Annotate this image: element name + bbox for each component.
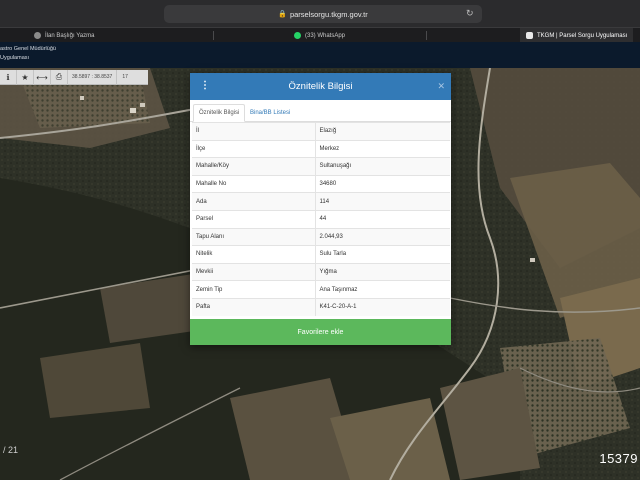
reload-icon[interactable]: ↻: [466, 8, 474, 18]
lock-icon: 🔒: [278, 11, 287, 18]
attribute-key: Mevkii: [192, 262, 316, 281]
modal-title: Öznitelik Bilgisi: [288, 81, 353, 92]
tkgm-favicon-icon: [526, 32, 533, 39]
print-icon[interactable]: ⎙: [51, 69, 68, 85]
attribute-value: 2.044,93: [315, 227, 450, 246]
address-bar[interactable]: 🔒 parselsorgu.tkgm.gov.tr: [164, 5, 482, 23]
attribute-value: Sultanuşağı: [315, 157, 450, 176]
tab-label: TKGM | Parsel Sorgu Uygulaması: [537, 32, 628, 39]
table-row: Mevkii Yığma: [192, 262, 450, 281]
attribute-table: İl Elazığ İlçe Merkez Mahalle/Köy Sultanuşağı…: [192, 122, 450, 317]
close-icon[interactable]: ✕: [437, 80, 445, 92]
attribute-value: 114: [315, 192, 450, 211]
attribute-value: Yığma: [315, 262, 450, 281]
map-scale-readout: 15379: [599, 451, 638, 466]
attribute-key: İlçe: [192, 139, 316, 158]
star-icon[interactable]: ★: [17, 69, 34, 85]
table-row: Nitelik Sulu Tarla: [192, 245, 450, 264]
whatsapp-icon: [294, 32, 301, 39]
tab-divider: [426, 31, 427, 40]
table-row: Zemin Tip Ana Taşınmaz: [192, 280, 450, 299]
attribute-value: Elazığ: [315, 122, 450, 141]
tab-building-list[interactable]: Bina/BB Listesi: [245, 104, 295, 122]
tab-attribute-info[interactable]: Öznitelik Bilgisi: [193, 104, 246, 122]
kebab-menu-icon[interactable]: ⋮: [200, 80, 210, 92]
table-row: İlçe Merkez: [192, 139, 450, 158]
table-row: Ada 114: [192, 192, 450, 211]
tab-whatsapp[interactable]: (33) WhatsApp: [288, 28, 351, 43]
tab-divider: [213, 31, 214, 40]
attribute-key: Mahalle No: [192, 174, 316, 193]
attribute-value: Merkez: [315, 139, 450, 158]
tab-ilan[interactable]: İlan Başlığı Yazma: [28, 28, 100, 43]
attribute-value: 44: [315, 209, 450, 229]
attribute-key: İl: [192, 122, 316, 141]
table-row: Tapu Alanı 2.044,93: [192, 227, 450, 246]
zoom-level: 17: [122, 74, 128, 80]
browser-toolbar: ▤ 🔒 parselsorgu.tkgm.gov.tr ↻: [0, 0, 640, 27]
attribute-key: Ada: [192, 192, 316, 211]
tab-label: (33) WhatsApp: [305, 32, 346, 39]
table-row: Parsel 44: [192, 209, 450, 229]
attribute-key: Zemin Tip: [192, 280, 316, 299]
measure-icon[interactable]: ⟷: [34, 69, 51, 85]
coordinate-readout: 38.5897 : 38.8537: [68, 69, 118, 85]
attribute-key: Pafta: [192, 297, 316, 317]
table-row: Mahalle/Köy Sultanuşağı: [192, 157, 450, 176]
table-row: Pafta K41-C-20-A-1: [192, 297, 450, 317]
attribute-key: Mahalle/Köy: [192, 157, 316, 176]
modal-header: ⋮ Öznitelik Bilgisi ✕: [190, 73, 451, 100]
table-row: İl Elazığ: [192, 122, 450, 141]
modal-tab-bar: Öznitelik Bilgisi Bina/BB Listesi: [190, 100, 451, 122]
attribute-value: K41-C-20-A-1: [315, 297, 450, 317]
tab-favicon-icon: [34, 32, 41, 39]
address-text: parselsorgu.tkgm.gov.tr: [289, 9, 368, 19]
tab-tkgm[interactable]: TKGM | Parsel Sorgu Uygulaması: [520, 28, 634, 43]
attribute-key: Tapu Alanı: [192, 227, 316, 246]
app-header: astro Genel Müdürlüğü Uygulaması: [0, 42, 640, 68]
attribute-key: Parsel: [192, 209, 316, 229]
tab-bar: İlan Başlığı Yazma (33) WhatsApp TKGM | …: [0, 27, 640, 43]
add-to-favorites-button[interactable]: Favorilere ekle: [190, 319, 451, 345]
table-row: Mahalle No 34680: [192, 174, 450, 193]
app-header-line2: Uygulaması: [0, 55, 30, 61]
info-icon[interactable]: ℹ: [0, 69, 17, 85]
tab-label: İlan Başlığı Yazma: [45, 32, 95, 39]
attribute-info-modal: ⋮ Öznitelik Bilgisi ✕ Öznitelik Bilgisi …: [190, 73, 451, 345]
attribute-value: 34680: [315, 174, 450, 193]
map-toolbar: ℹ ★ ⟷ ⎙ 38.5897 : 38.8537 17: [0, 69, 148, 85]
attribute-value: Sulu Tarla: [315, 245, 450, 264]
attribute-key: Nitelik: [192, 245, 316, 264]
attribute-value: Ana Taşınmaz: [315, 280, 450, 299]
map-corner-label: / 21: [3, 445, 19, 455]
app-header-line1: astro Genel Müdürlüğü: [0, 46, 56, 52]
